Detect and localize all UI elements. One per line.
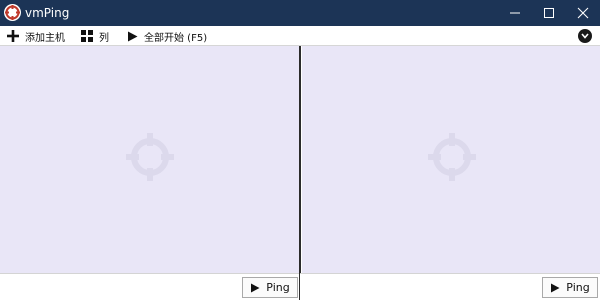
host-input-area[interactable]: [302, 46, 600, 273]
vmping-logo-icon: [4, 4, 21, 21]
close-icon: [577, 7, 589, 19]
window-title: vmPing: [25, 6, 70, 20]
pane-footer: Ping: [0, 273, 300, 300]
minimize-button[interactable]: [498, 0, 532, 26]
add-host-button[interactable]: 添加主机: [7, 26, 65, 46]
play-icon: [128, 31, 138, 41]
close-button[interactable]: [566, 0, 600, 26]
host-input-area[interactable]: [0, 46, 299, 273]
host-pane: Ping: [0, 46, 300, 300]
maximize-button[interactable]: [532, 0, 566, 26]
ping-label: Ping: [266, 281, 290, 294]
play-icon: [551, 283, 560, 292]
chevron-down-icon: [581, 33, 589, 39]
ping-button[interactable]: Ping: [542, 277, 598, 298]
crosshair-icon: [428, 133, 476, 181]
columns-button[interactable]: 列: [81, 26, 109, 46]
maximize-icon: [544, 8, 554, 18]
plus-icon: [7, 30, 19, 42]
title-bar[interactable]: vmPing: [0, 0, 600, 26]
ping-button[interactable]: Ping: [242, 277, 298, 298]
grid-icon: [81, 30, 93, 42]
columns-label: 列: [99, 32, 109, 44]
crosshair-icon: [126, 133, 174, 181]
start-all-button[interactable]: 全部开始 (F5): [127, 26, 207, 46]
add-host-label: 添加主机: [25, 32, 65, 44]
minimize-icon: [510, 12, 520, 14]
play-icon: [251, 283, 260, 292]
host-pane: Ping: [300, 46, 600, 300]
start-all-label: 全部开始 (F5): [144, 32, 208, 44]
expand-menu-button[interactable]: [578, 29, 592, 43]
ping-label: Ping: [566, 281, 590, 294]
pane-footer: Ping: [300, 273, 600, 300]
toolbar: 添加主机 列 全部开始 (F5): [0, 26, 600, 46]
